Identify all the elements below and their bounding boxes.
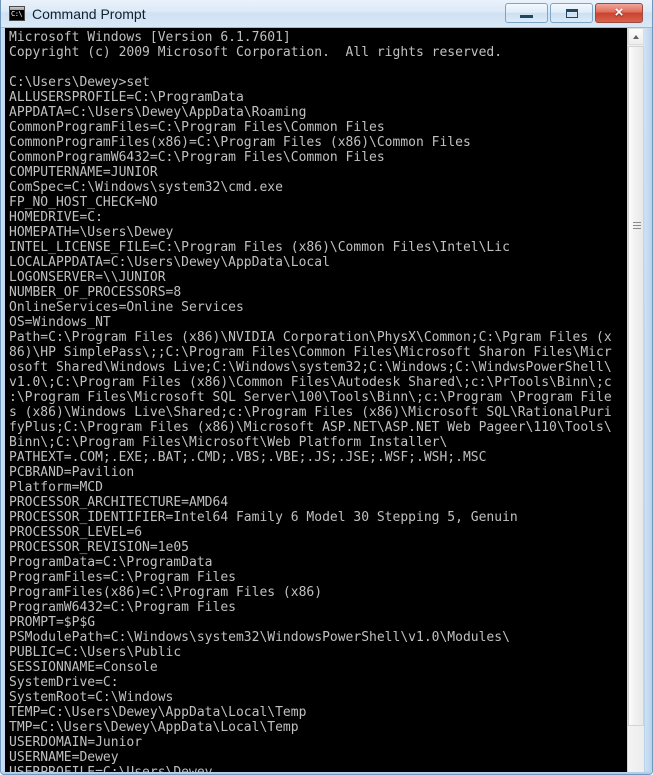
command-prompt-window: C:\ Command Prompt × Microsoft Windows [… — [0, 0, 653, 775]
console-line: NUMBER_OF_PROCESSORS=8 — [9, 285, 182, 300]
console-line: HOMEDRIVE=C: — [9, 210, 103, 225]
window-title: Command Prompt — [32, 6, 146, 22]
console-line: HOMEPATH=\Users\Dewey — [9, 225, 174, 240]
console-scrollbar[interactable] — [627, 28, 644, 772]
command-prompt-icon[interactable]: C:\ — [9, 6, 25, 21]
console-line: CommonProgramFiles(x86)=C:\Program Files… — [9, 135, 471, 150]
console-line: CommonProgramW6432=C:\Program Files\Comm… — [9, 150, 385, 165]
title-bar[interactable]: C:\ Command Prompt × — [1, 0, 652, 28]
console-line: Path=C:\Program Files (x86)\NVIDIA Corpo… — [9, 330, 612, 345]
console-line: ProgramFiles=C:\Program Files — [9, 570, 236, 585]
window-frame-right — [645, 0, 652, 774]
console-line: USERNAME=Dewey — [9, 750, 119, 765]
console-line: TEMP=C:\Users\Dewey\AppData\Local\Temp — [9, 705, 307, 720]
console-line: LOCALAPPDATA=C:\Users\Dewey\AppData\Loca… — [9, 255, 330, 270]
console-line: osoft Shared\Windows Live;C:\Windows\sys… — [9, 360, 612, 375]
chevron-up-icon — [633, 35, 639, 39]
console-line: PROMPT=$P$G — [9, 615, 96, 630]
console-line: TMP=C:\Users\Dewey\AppData\Local\Temp — [9, 720, 299, 735]
console-line: s (x86)\Windows Live\Shared;c:\Program F… — [9, 405, 612, 420]
console-line: APPDATA=C:\Users\Dewey\AppData\Roaming — [9, 105, 307, 120]
console-line: PUBLIC=C:\Users\Public — [9, 645, 182, 660]
console-text: Microsoft Windows [Version 6.1.7601] Copy… — [9, 30, 629, 772]
console-line: ProgramData=C:\ProgramData — [9, 555, 213, 570]
console-line: ALLUSERSPROFILE=C:\ProgramData — [9, 90, 244, 105]
minimize-button[interactable] — [505, 3, 548, 23]
console-line: CommonProgramFiles=C:\Program Files\Comm… — [9, 120, 385, 135]
console-line: Microsoft Windows [Version 6.1.7601] — [9, 30, 291, 45]
console-line: COMPUTERNAME=JUNIOR — [9, 165, 158, 180]
console-line: PROCESSOR_ARCHITECTURE=AMD64 — [9, 495, 229, 510]
console-line: :\Program Files\Microsoft SQL Server\100… — [9, 390, 612, 405]
console-line: PCBRAND=Pavilion — [9, 465, 135, 480]
console-line: Platform=MCD — [9, 480, 103, 495]
close-button[interactable]: × — [595, 3, 643, 23]
console-line: FP_NO_HOST_CHECK=NO — [9, 195, 158, 210]
console-line: v1.0\;C:\Program Files (x86)\Common File… — [9, 375, 612, 390]
console-line: Binn\;C:\Program Files\Microsoft\Web Pla… — [9, 435, 448, 450]
close-icon: × — [614, 4, 624, 21]
console-line: SystemDrive=C: — [9, 675, 119, 690]
console-line: ProgramW6432=C:\Program Files — [9, 600, 236, 615]
console-line: OS=Windows_NT — [9, 315, 111, 330]
console-line: C:\Users\Dewey>set — [9, 75, 150, 90]
scrollbar-grip-icon — [633, 222, 641, 230]
console-line: PROCESSOR_IDENTIFIER=Intel64 Family 6 Mo… — [9, 510, 518, 525]
console-line: USERDOMAIN=Junior — [9, 735, 143, 750]
console-line: INTEL_LICENSE_FILE=C:\Program Files (x86… — [9, 240, 510, 255]
console-line: USERPROFILE=C:\Users\Dewey — [9, 765, 629, 772]
console-line: PATHEXT=.COM;.EXE;.BAT;.CMD;.VBS;.VBE;.J… — [9, 450, 487, 465]
console-line: PSModulePath=C:\Windows\system32\Windows… — [9, 630, 510, 645]
maximize-icon — [566, 9, 578, 18]
console-output-area[interactable]: Microsoft Windows [Version 6.1.7601] Copy… — [5, 28, 638, 772]
console-line: PROCESSOR_LEVEL=6 — [9, 525, 143, 540]
minimize-icon — [520, 15, 533, 18]
console-line: ProgramFiles(x86)=C:\Program Files (x86) — [9, 585, 323, 600]
console-line: Copyright (c) 2009 Microsoft Corporation… — [9, 45, 503, 60]
console-line: SystemRoot=C:\Windows — [9, 690, 174, 705]
scrollbar-thumb[interactable] — [628, 46, 644, 726]
icon-prompt-text: C:\ — [11, 10, 23, 18]
console-line: PROCESSOR_REVISION=1e05 — [9, 540, 190, 555]
console-line: 86)\HP SimplePass\;;C:\Program Files\Com… — [9, 345, 612, 360]
console-line: OnlineServices=Online Services — [9, 300, 244, 315]
scroll-up-button[interactable] — [628, 28, 644, 45]
maximize-button[interactable] — [550, 3, 593, 23]
console-line: LOGONSERVER=\\JUNIOR — [9, 270, 166, 285]
console-line: ComSpec=C:\Windows\system32\cmd.exe — [9, 180, 283, 195]
console-line: fyPlus;C:\Program Files (x86)\Microsoft … — [9, 420, 612, 435]
console-line: SESSIONNAME=Console — [9, 660, 158, 675]
